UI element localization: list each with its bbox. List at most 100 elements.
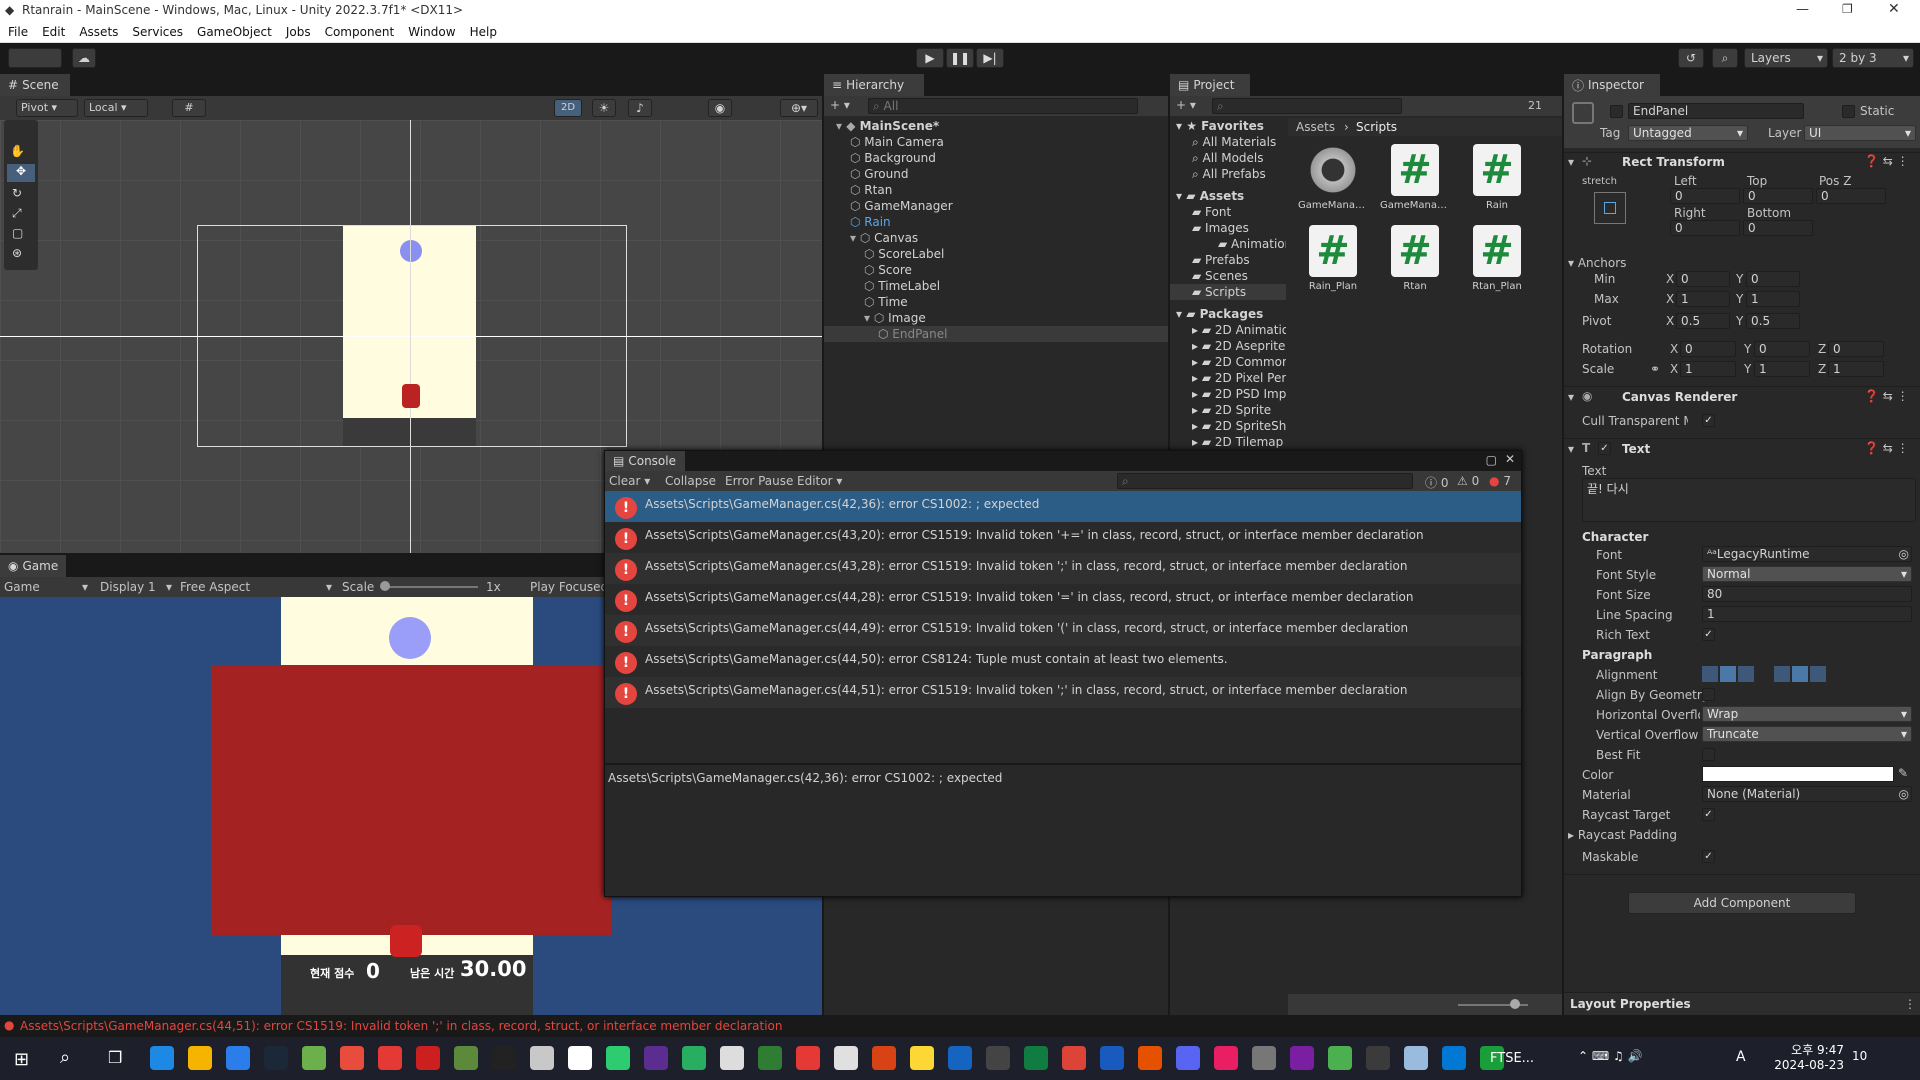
taskbar-app-icon[interactable]	[454, 1046, 478, 1070]
local-dropdown[interactable]: Local ▾	[84, 99, 148, 117]
line-spacing-field[interactable]: 1	[1702, 606, 1912, 622]
tree-item[interactable]: ▸ ▰ 2D Pixel Perfect	[1170, 370, 1286, 386]
hierarchy-item[interactable]: ⬡ Rtan	[824, 182, 1168, 198]
taskbar-app-icon[interactable]	[644, 1046, 668, 1070]
align-middle-icon[interactable]	[1792, 666, 1808, 682]
taskbar-app-icon[interactable]	[1024, 1046, 1048, 1070]
tree-item[interactable]: ▰ Animations	[1170, 236, 1286, 252]
align-top-icon[interactable]	[1774, 666, 1790, 682]
console-log-entry[interactable]: ! Assets\Scripts\GameManager.cs(44,50): e…	[605, 646, 1521, 677]
top-field[interactable]: 0	[1743, 188, 1813, 204]
hierarchy-item[interactable]: ⬡ EndPanel	[824, 326, 1168, 342]
taskbar-app-icon[interactable]	[378, 1046, 402, 1070]
layer-dropdown[interactable]: UI ▾	[1804, 125, 1916, 141]
tree-section-packages[interactable]: ▾ ▰ Packages	[1170, 306, 1286, 322]
display-dropdown[interactable]: Display 1 ▾	[100, 580, 172, 594]
step-button[interactable]: ▶|	[976, 48, 1004, 68]
right-field[interactable]: 0	[1670, 220, 1740, 236]
taskbar-app-icon[interactable]	[1062, 1046, 1086, 1070]
search-icon[interactable]: ⌕	[60, 1047, 70, 1068]
pivot-x[interactable]: 0.5	[1676, 313, 1730, 329]
rect-tool-icon[interactable]: ▢	[12, 226, 23, 240]
error-count-toggle[interactable]: ● 7	[1489, 474, 1511, 488]
project-search-input[interactable]: ⌕	[1212, 98, 1402, 114]
hierarchy-item[interactable]: ⬡ Score	[824, 262, 1168, 278]
anchor-max-x[interactable]: 1	[1676, 291, 1730, 307]
help-icon[interactable]: ❓ ⇆ ⋮	[1864, 389, 1909, 403]
console-log-entry[interactable]: ! Assets\Scripts\GameManager.cs(44,49): e…	[605, 615, 1521, 646]
ftse-widget[interactable]: FTSE...	[1490, 1051, 1534, 1066]
tree-item[interactable]: ▸ ▰ 2D Sprite	[1170, 402, 1286, 418]
move-tool-icon[interactable]: ✥	[7, 164, 35, 182]
play-focused-dropdown[interactable]: Play Focused	[530, 580, 608, 594]
cull-checkbox[interactable]: ✓	[1702, 414, 1715, 427]
hierarchy-item[interactable]: ⬡ GameManager	[824, 198, 1168, 214]
material-field[interactable]: None (Material) ◎	[1702, 786, 1912, 802]
asset-file[interactable]: # Rtan	[1380, 225, 1450, 292]
account-button[interactable]	[8, 48, 62, 68]
audio-icon[interactable]: ♪	[628, 99, 652, 117]
taskbar-app-icon[interactable]	[568, 1046, 592, 1070]
tab-game[interactable]: ◉ Game	[0, 555, 66, 577]
tree-item[interactable]: ▸ ▰ 2D PSD Importer	[1170, 386, 1286, 402]
taskbar-app-icon[interactable]	[1366, 1046, 1390, 1070]
taskbar-app-icon[interactable]	[758, 1046, 782, 1070]
taskbar-app-icon[interactable]	[1100, 1046, 1124, 1070]
console-maximize-icon[interactable]: ▢	[1486, 453, 1497, 467]
console-log-entry[interactable]: ! Assets\Scripts\GameManager.cs(44,28): e…	[605, 584, 1521, 615]
scale-slider[interactable]	[382, 586, 478, 588]
posz-field[interactable]: 0	[1816, 188, 1886, 204]
taskbar-app-icon[interactable]	[492, 1046, 516, 1070]
taskbar-app-icon[interactable]	[986, 1046, 1010, 1070]
tree-item[interactable]: ▸ ▰ 2D Common	[1170, 354, 1286, 370]
clock[interactable]: 오후 9:47 2024-08-23	[1764, 1041, 1844, 1072]
create-asset-button[interactable]: + ▾	[1176, 98, 1196, 112]
add-object-button[interactable]: + ▾	[830, 98, 850, 112]
taskbar-app-icon[interactable]	[530, 1046, 554, 1070]
scale-z[interactable]: 1	[1828, 361, 1884, 377]
active-checkbox[interactable]	[1610, 105, 1623, 118]
asset-file[interactable]: # GameManager	[1380, 144, 1450, 211]
taskbar-app-icon[interactable]	[302, 1046, 326, 1070]
asset-file[interactable]: # Rtan_Plan	[1462, 225, 1532, 292]
visibility-icon[interactable]: ◉	[708, 99, 732, 117]
menu-item-window[interactable]: Window	[408, 25, 455, 39]
scale-tool-icon[interactable]: ⤢	[12, 206, 22, 221]
console-search-input[interactable]: ⌕	[1117, 473, 1413, 489]
tab-scene[interactable]: # Scene	[0, 74, 70, 96]
console-log-entry[interactable]: ! Assets\Scripts\GameManager.cs(42,36): e…	[605, 491, 1521, 522]
console-log-entry[interactable]: ! Assets\Scripts\GameManager.cs(43,28): e…	[605, 553, 1521, 584]
taskbar-app-icon[interactable]	[1176, 1046, 1200, 1070]
canvas-renderer-header[interactable]: ▾ ◉ Canvas Renderer ❓ ⇆ ⋮	[1564, 386, 1920, 406]
tab-hierarchy[interactable]: ≡ Hierarchy	[824, 74, 924, 96]
taskbar-app-icon[interactable]	[1138, 1046, 1162, 1070]
anchor-min-y[interactable]: 0	[1746, 271, 1800, 287]
pivot-y[interactable]: 0.5	[1746, 313, 1800, 329]
menu-item-file[interactable]: File	[8, 25, 28, 39]
maximize-button[interactable]: ❐	[1842, 2, 1853, 16]
console-log-entry[interactable]: ! Assets\Scripts\GameManager.cs(44,51): e…	[605, 677, 1521, 708]
taskbar-app-icon[interactable]	[416, 1046, 440, 1070]
rich-text-checkbox[interactable]: ✓	[1702, 628, 1715, 641]
info-count-toggle[interactable]: ⓘ 0	[1425, 474, 1448, 491]
play-button[interactable]: ▶	[916, 48, 944, 68]
taskbar-app-icon[interactable]	[796, 1046, 820, 1070]
anchor-max-y[interactable]: 1	[1746, 291, 1800, 307]
hierarchy-item[interactable]: ⬡ Main Camera	[824, 134, 1168, 150]
editor-dropdown[interactable]: Editor ▾	[797, 474, 842, 488]
bottom-field[interactable]: 0	[1743, 220, 1813, 236]
anchor-preset-button[interactable]	[1594, 192, 1626, 224]
help-icon[interactable]: ❓ ⇆ ⋮	[1864, 154, 1909, 168]
breadcrumb-scripts[interactable]: Scripts	[1356, 120, 1397, 134]
taskbar-app-icon[interactable]	[948, 1046, 972, 1070]
transform-tool-icon[interactable]: ⊛	[12, 246, 22, 260]
menu-item-gameobject[interactable]: GameObject	[197, 25, 272, 39]
hand-tool-icon[interactable]: ✋	[10, 144, 25, 158]
layout-dropdown[interactable]: 2 by 3 ▾	[1832, 48, 1914, 68]
rotation-z[interactable]: 0	[1828, 341, 1884, 357]
tree-item[interactable]: ▸ ▰ 2D Aseprite	[1170, 338, 1286, 354]
taskbar-app-icon[interactable]	[872, 1046, 896, 1070]
best-fit-checkbox[interactable]	[1702, 748, 1715, 761]
hierarchy-item[interactable]: ⬡ Ground	[824, 166, 1168, 182]
scale-y[interactable]: 1	[1754, 361, 1810, 377]
